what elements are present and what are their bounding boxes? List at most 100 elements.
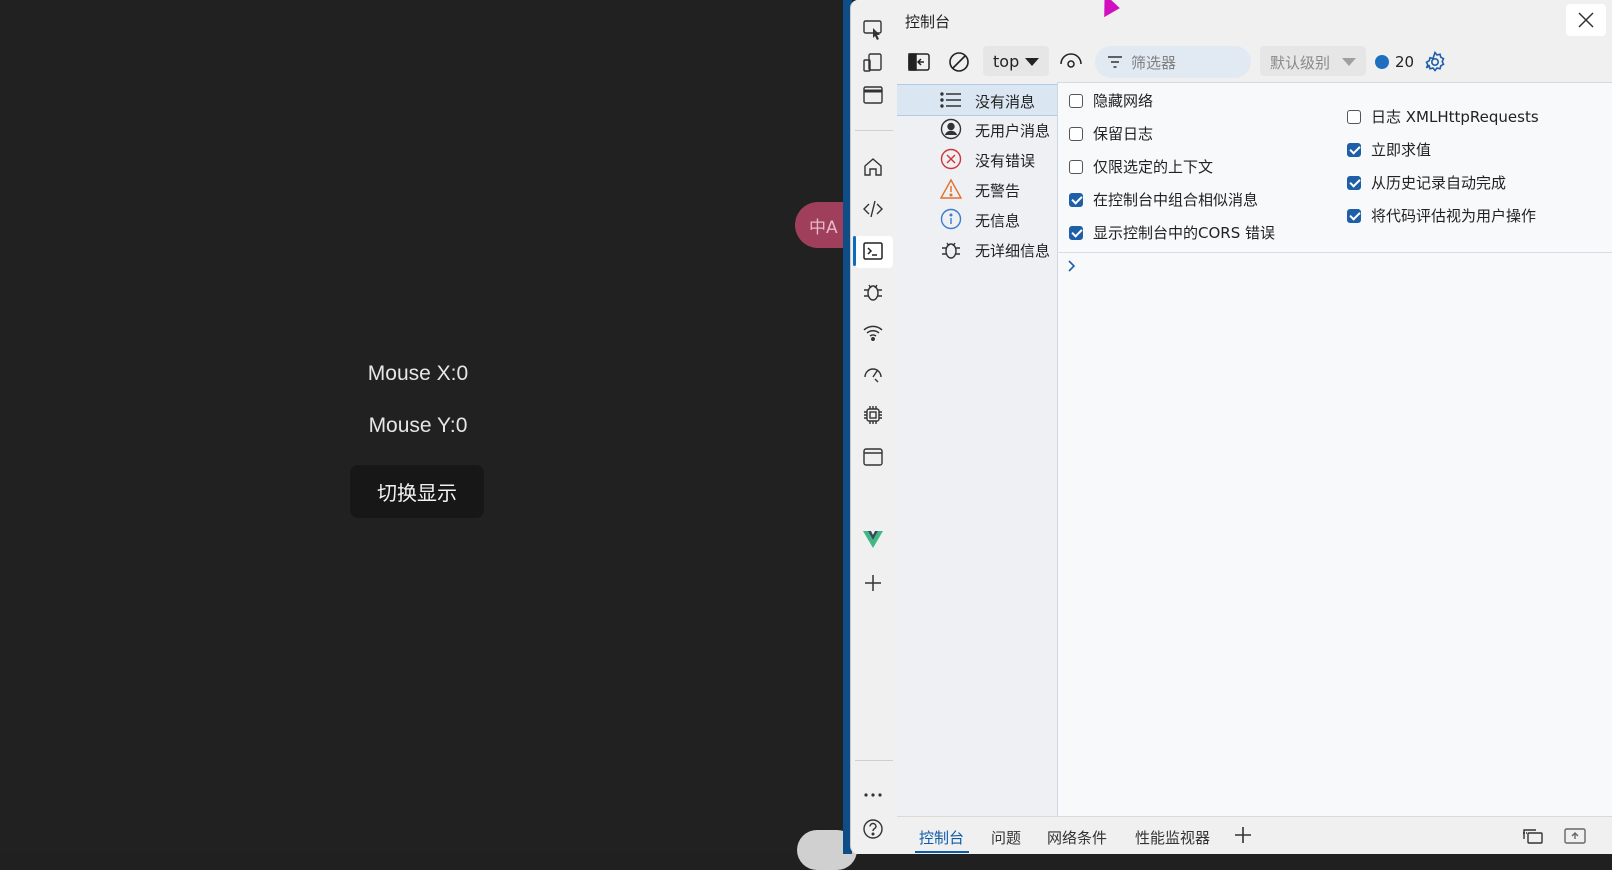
- setting-label: 日志 XMLHttpRequests: [1371, 108, 1539, 126]
- setting-label: 隐藏网络: [1093, 92, 1154, 110]
- console-icon[interactable]: [860, 238, 886, 264]
- preserve-log-checkbox[interactable]: 保留日志: [1069, 123, 1153, 144]
- checkbox-unchecked: [1069, 159, 1083, 174]
- chevron-down-icon: [1025, 58, 1039, 66]
- setting-label: 保留日志: [1093, 125, 1154, 143]
- eager-evaluation-checkbox[interactable]: 立即求值: [1347, 139, 1431, 160]
- activity-separator-bottom: [855, 760, 893, 761]
- active-tab-indicator: [853, 236, 856, 266]
- add-tab-plus-icon[interactable]: [1231, 823, 1255, 847]
- group-similar-checkbox[interactable]: 在控制台中组合相似消息: [1069, 189, 1258, 210]
- console-prompt-chevron-icon[interactable]: [1067, 258, 1077, 277]
- sidebar-item-label: 无警告: [975, 182, 1021, 200]
- application-window-icon[interactable]: [860, 444, 886, 470]
- setting-label: 仅限选定的上下文: [1093, 158, 1214, 176]
- sidebar-item-verbose[interactable]: 无详细信息: [897, 234, 1057, 264]
- tab-console[interactable]: 控制台: [919, 827, 964, 848]
- setting-label: 在控制台中组合相似消息: [1093, 191, 1259, 209]
- sidebar-item-messages[interactable]: 没有消息: [897, 84, 1057, 116]
- debugger-bug-icon[interactable]: [860, 278, 886, 304]
- checkbox-checked: [1069, 225, 1083, 240]
- log-level-select[interactable]: 默认级别: [1260, 46, 1366, 76]
- checkbox-checked: [1347, 142, 1361, 157]
- toggle-display-button[interactable]: 切换显示: [350, 465, 484, 518]
- chevron-down-icon: [1342, 58, 1356, 66]
- checkbox-checked: [1347, 208, 1361, 223]
- inspect-element-icon[interactable]: [860, 16, 886, 42]
- memory-chip-icon[interactable]: [860, 402, 886, 428]
- web-page: Mouse X:0 Mouse Y:0 切换显示: [0, 0, 843, 854]
- sidebar-item-label: 无详细信息: [975, 242, 1051, 260]
- devtools-activity-bar: [851, 0, 898, 854]
- sidebar-item-warnings[interactable]: 无警告: [897, 174, 1057, 204]
- user-activation-checkbox[interactable]: 将代码评估视为用户操作: [1347, 205, 1536, 226]
- setting-label: 显示控制台中的CORS 错误: [1093, 224, 1275, 242]
- bug-icon: [939, 238, 963, 260]
- home-icon[interactable]: [860, 154, 886, 180]
- context-select[interactable]: top: [983, 46, 1049, 76]
- sidebar-item-user-messages[interactable]: 无用户消息: [897, 114, 1057, 144]
- console-toolbar: top 默认级别 20: [897, 42, 1612, 83]
- add-tool-plus-icon[interactable]: [860, 570, 886, 596]
- sidebar-item-label: 没有消息: [975, 93, 1036, 111]
- tab-performance-monitor[interactable]: 性能监视器: [1135, 827, 1210, 848]
- checkbox-checked: [1069, 192, 1083, 207]
- console-settings-gear-icon[interactable]: [1423, 50, 1447, 74]
- console-sidebar: 没有消息 无用户消息 没有错误 无警告 无信息 无详细信息: [897, 82, 1058, 816]
- drawer-tab-bar: 控制台 问题 网络条件 性能监视器: [897, 816, 1612, 854]
- tab-network-conditions[interactable]: 网络条件: [1047, 827, 1107, 848]
- checkbox-unchecked: [1347, 109, 1361, 124]
- performance-gauge-icon[interactable]: [860, 360, 886, 386]
- setting-label: 立即求值: [1371, 141, 1432, 159]
- dock-window-icon[interactable]: [860, 82, 886, 108]
- sidebar-item-errors[interactable]: 没有错误: [897, 144, 1057, 174]
- selected-context-only-checkbox[interactable]: 仅限选定的上下文: [1069, 156, 1213, 177]
- panel-title: 控制台: [905, 13, 951, 31]
- translate-icon: 中A: [809, 218, 838, 238]
- close-icon: [1578, 12, 1594, 28]
- device-emulation-icon[interactable]: [860, 50, 886, 76]
- issues-counter[interactable]: 20: [1375, 50, 1414, 74]
- issue-count: 20: [1395, 53, 1415, 71]
- setting-label: 将代码评估视为用户操作: [1371, 207, 1537, 225]
- sidebar-item-info[interactable]: 无信息: [897, 204, 1057, 234]
- warning-triangle-icon: [939, 178, 963, 200]
- vue-devtools-icon[interactable]: [860, 526, 886, 552]
- network-wifi-icon[interactable]: [860, 320, 886, 346]
- toggle-sidebar-icon[interactable]: [907, 50, 931, 74]
- active-tab-underline: [915, 851, 969, 853]
- error-circle-icon: [939, 148, 963, 170]
- clear-console-icon[interactable]: [947, 50, 971, 74]
- checkbox-unchecked: [1069, 126, 1083, 141]
- log-level-value: 默认级别: [1270, 54, 1331, 72]
- dock-drawer-icon[interactable]: [1521, 824, 1545, 848]
- filter-input[interactable]: [1129, 51, 1247, 75]
- filter-icon: [1108, 56, 1122, 68]
- log-xhr-checkbox[interactable]: 日志 XMLHttpRequests: [1347, 106, 1539, 127]
- info-circle-icon: [939, 208, 963, 230]
- more-tools-ellipsis-icon[interactable]: [860, 782, 886, 808]
- setting-label: 从历史记录自动完成: [1371, 174, 1507, 192]
- hide-network-checkbox[interactable]: 隐藏网络: [1069, 90, 1153, 111]
- activity-separator: [855, 130, 893, 131]
- close-devtools-button[interactable]: [1566, 4, 1606, 36]
- devtools-panel: 控制台 top 默认级别 20: [850, 0, 1612, 854]
- help-question-icon[interactable]: [860, 816, 886, 842]
- context-value: top: [993, 51, 1020, 71]
- devtools-titlebar: 控制台: [897, 0, 1612, 42]
- sidebar-item-label: 无信息: [975, 212, 1021, 230]
- show-cors-errors-checkbox[interactable]: 显示控制台中的CORS 错误: [1069, 222, 1275, 243]
- tab-issues[interactable]: 问题: [991, 827, 1021, 848]
- mouse-y-readout: Mouse Y:0: [368, 414, 468, 437]
- list-icon: [939, 89, 963, 111]
- minimize-drawer-icon[interactable]: [1563, 824, 1587, 848]
- checkbox-unchecked: [1069, 93, 1083, 108]
- console-settings-pane: 隐藏网络 保留日志 仅限选定的上下文 在控制台中组合相似消息 显示控制台中的CO…: [1057, 82, 1612, 253]
- live-expression-eye-icon[interactable]: [1059, 50, 1083, 74]
- mouse-x-readout: Mouse X:0: [367, 362, 469, 385]
- filter-field[interactable]: [1095, 46, 1251, 78]
- sidebar-item-label: 无用户消息: [975, 122, 1051, 140]
- issue-bubble-icon: [1375, 55, 1389, 69]
- autocomplete-history-checkbox[interactable]: 从历史记录自动完成: [1347, 172, 1506, 193]
- elements-code-icon[interactable]: [860, 196, 886, 222]
